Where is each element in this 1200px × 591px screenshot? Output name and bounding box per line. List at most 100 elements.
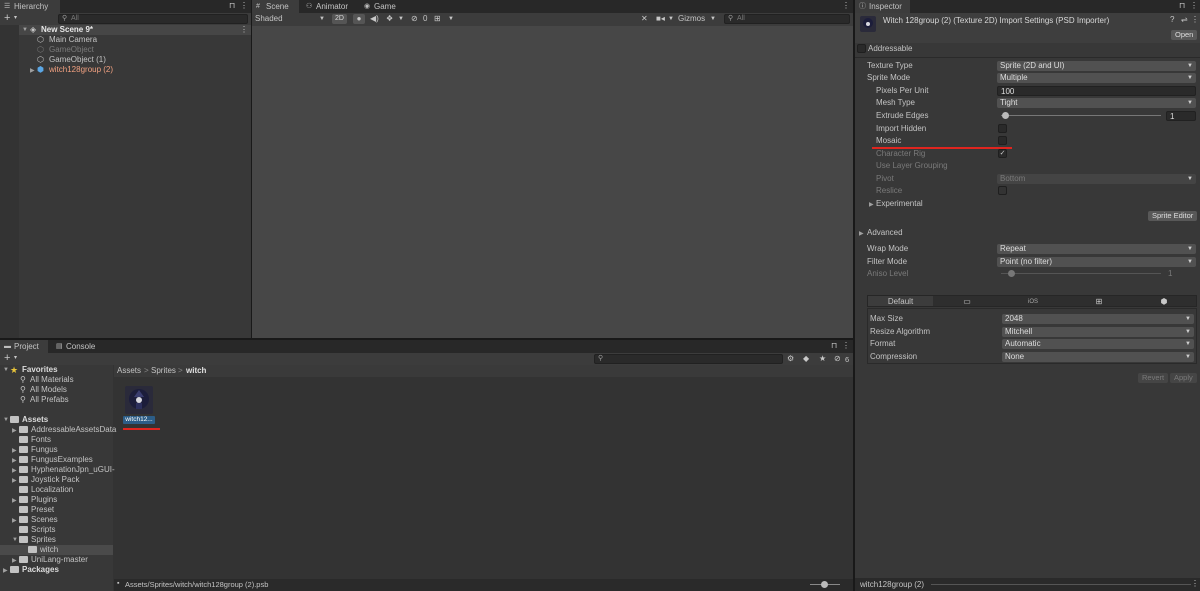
folder-hyphenationjpn[interactable]: HyphenationJpn_uGUI-	[19, 465, 115, 475]
expand-triangle-icon[interactable]: ▶	[12, 557, 17, 564]
resize-algorithm-dropdown[interactable]: Mitchell ▼	[1002, 327, 1194, 337]
kebab-menu-icon[interactable]: ⋮	[842, 1, 850, 11]
expand-triangle-icon[interactable]: ▶	[859, 230, 864, 237]
chevron-down-icon[interactable]: ▼	[668, 14, 674, 24]
tab-scene[interactable]: # Scene	[252, 0, 299, 13]
hierarchy-item-gameobject-1[interactable]: GameObject (1)	[49, 55, 106, 65]
favorite-all-materials[interactable]: All Materials	[30, 375, 74, 385]
chevron-down-icon[interactable]: ▼	[319, 16, 325, 22]
hierarchy-search-input[interactable]: ⚲ All	[58, 14, 248, 24]
chevron-down-icon[interactable]: ▼	[710, 14, 716, 24]
sprite-mode-dropdown[interactable]: Multiple ▼	[997, 73, 1196, 83]
extrude-slider-thumb[interactable]	[1002, 112, 1009, 119]
folder-sprites[interactable]: Sprites	[19, 535, 56, 545]
folder-joystick-pack[interactable]: Joystick Pack	[19, 475, 79, 485]
asset-thumbnail[interactable]	[125, 386, 153, 414]
mosaic-checkbox[interactable]	[998, 136, 1007, 145]
folder-fungus[interactable]: Fungus	[19, 445, 58, 455]
expand-triangle-icon[interactable]: ▼	[3, 367, 9, 373]
expand-triangle-icon[interactable]: ▶	[12, 477, 17, 484]
advanced-foldout[interactable]: Advanced	[867, 228, 903, 238]
expand-triangle-icon[interactable]: ▶	[3, 567, 8, 574]
format-dropdown[interactable]: Automatic ▼	[1002, 339, 1194, 349]
monitor-icon[interactable]: ▭	[934, 296, 1000, 306]
chevron-down-icon[interactable]: ▾	[14, 353, 17, 363]
mesh-type-dropdown[interactable]: Tight ▼	[997, 98, 1196, 108]
favorite-all-prefabs[interactable]: All Prefabs	[30, 395, 69, 405]
kebab-menu-icon[interactable]: ⋮	[1191, 15, 1199, 25]
breadcrumb-witch[interactable]: witch	[186, 366, 206, 376]
folder-localization[interactable]: Localization	[19, 485, 73, 495]
favorite-all-models[interactable]: All Models	[30, 385, 67, 395]
expand-triangle-icon[interactable]: ▼	[3, 417, 9, 423]
search-by-type-icon[interactable]: ⚙	[787, 354, 794, 364]
folder-plugins[interactable]: Plugins	[19, 495, 57, 505]
experimental-foldout[interactable]: Experimental	[876, 199, 923, 209]
folder-scenes[interactable]: Scenes	[19, 515, 58, 525]
platform-tab-default[interactable]: Default	[868, 296, 933, 306]
packages-folder[interactable]: Packages	[10, 565, 59, 575]
extrude-input[interactable]: 1	[1166, 111, 1196, 121]
tab-inspector[interactable]: ⓘ Inspector	[855, 0, 910, 13]
folder-preset[interactable]: Preset	[19, 505, 54, 515]
tab-console[interactable]: ▤ Console	[52, 340, 100, 353]
favorite-star-icon[interactable]: ★	[819, 354, 826, 364]
max-size-dropdown[interactable]: 2048 ▼	[1002, 314, 1194, 324]
pivot-dropdown[interactable]: Bottom ▼	[997, 174, 1196, 184]
texture-type-dropdown[interactable]: Sprite (2D and UI) ▼	[997, 61, 1196, 71]
windows-icon[interactable]: ⊞	[1066, 296, 1132, 306]
kebab-menu-icon[interactable]: ⋮	[842, 341, 850, 351]
slider-thumb[interactable]	[821, 581, 828, 588]
hierarchy-item-gameobject[interactable]: GameObject	[49, 45, 94, 55]
project-search-input[interactable]: ⚲	[594, 354, 783, 364]
lock-icon[interactable]: ⊓	[1179, 1, 1185, 11]
breadcrumb-sprites[interactable]: Sprites	[151, 366, 176, 376]
shading-dropdown[interactable]: Shaded	[255, 14, 283, 24]
folder-scripts[interactable]: Scripts	[19, 525, 55, 535]
scene-search-input[interactable]: ⚲ All	[724, 14, 850, 24]
favorites-label[interactable]: Favorites	[22, 365, 58, 375]
expand-triangle-icon[interactable]: ▼	[12, 537, 18, 543]
expand-triangle-icon[interactable]: ▶	[12, 497, 17, 504]
expand-triangle-icon[interactable]: ▶	[12, 447, 17, 454]
wrap-mode-dropdown[interactable]: Repeat ▼	[997, 244, 1196, 254]
hierarchy-item-witch128group[interactable]: witch128group (2)	[49, 65, 113, 75]
folder-addressableassetsdata[interactable]: AddressableAssetsData	[19, 425, 116, 435]
hidden-objects-icon[interactable]: ⊘	[411, 14, 418, 24]
folder-unilang-master[interactable]: UniLang-master	[19, 555, 88, 565]
camera-icon[interactable]: ■◂	[656, 14, 665, 24]
filter-mode-dropdown[interactable]: Point (no filter) ▼	[997, 257, 1196, 267]
kebab-menu-icon[interactable]: ⋮	[1191, 579, 1199, 589]
kebab-menu-icon[interactable]: ⋮	[240, 25, 248, 35]
platform-tab-ios[interactable]: iOS	[1000, 296, 1066, 306]
chevron-down-icon[interactable]: ▼	[448, 14, 454, 24]
lock-icon[interactable]: ⊓	[229, 1, 235, 11]
expand-triangle-icon[interactable]: ▶	[12, 457, 17, 464]
character-rig-checkbox[interactable]: ✓	[998, 149, 1007, 158]
open-button[interactable]: Open	[1171, 30, 1198, 40]
extrude-slider-track[interactable]	[1001, 115, 1161, 116]
gizmos-dropdown[interactable]: Gizmos	[678, 14, 705, 24]
chevron-down-icon[interactable]: ▼	[398, 14, 404, 24]
grid-snap-icon[interactable]: ⊞	[434, 14, 441, 24]
sprite-editor-button[interactable]: Sprite Editor	[1148, 211, 1198, 221]
folder-fonts[interactable]: Fonts	[19, 435, 51, 445]
aniso-slider-track[interactable]	[1001, 273, 1161, 274]
reslice-checkbox[interactable]	[998, 186, 1007, 195]
hierarchy-item-main-camera[interactable]: Main Camera	[49, 35, 97, 45]
compression-dropdown[interactable]: None ▼	[1002, 352, 1194, 362]
expand-triangle-icon[interactable]: ▶	[12, 517, 17, 524]
addressable-checkbox[interactable]	[857, 44, 866, 53]
preset-icon[interactable]: ⇌	[1181, 15, 1188, 25]
folder-witch[interactable]: witch	[28, 545, 58, 555]
breadcrumb-assets[interactable]: Assets	[117, 366, 141, 376]
lock-icon[interactable]: ⊓	[831, 341, 837, 351]
lighting-icon[interactable]: ●	[353, 14, 365, 24]
chevron-down-icon[interactable]: ▾	[14, 13, 17, 23]
visibility-icon[interactable]: ⊘	[834, 354, 841, 364]
effects-icon[interactable]: ❖	[386, 14, 393, 24]
asset-label[interactable]: witch12...	[123, 416, 155, 424]
tab-game[interactable]: ◉ Game	[360, 0, 400, 13]
expand-triangle-icon[interactable]: ▶	[12, 427, 17, 434]
revert-button[interactable]: Revert	[1138, 373, 1169, 383]
